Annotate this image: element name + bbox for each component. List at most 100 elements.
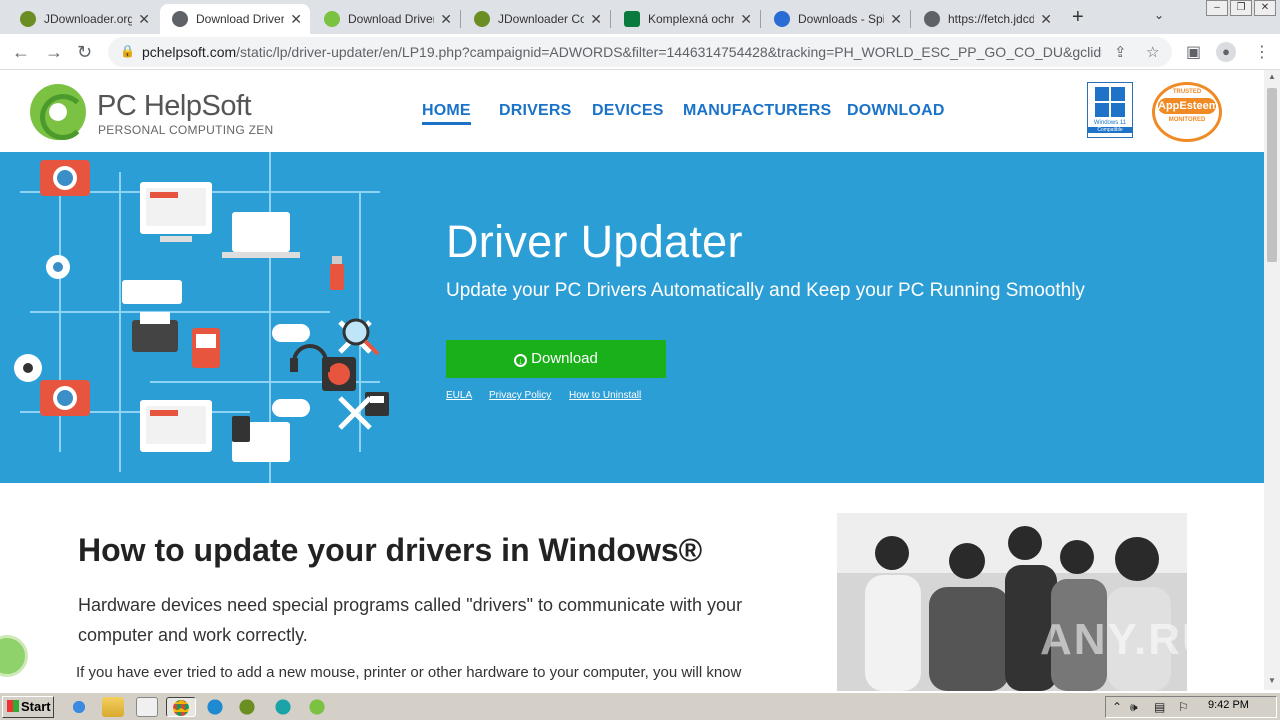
browser-tab[interactable]: Downloads - Spiral ✕: [762, 4, 910, 34]
forward-arrow-icon[interactable]: →: [45, 42, 63, 63]
windows-taskbar: Start ⌃ 🕪 ▤ ⚐ 9:42 PM: [0, 692, 1280, 720]
gamepad-icon-2: [272, 399, 310, 417]
spiral-favicon-icon: [774, 11, 790, 27]
anyrun-watermark: ANY.RUN: [1040, 615, 1250, 664]
disk-icon: [14, 354, 42, 382]
laptop-icon: [222, 212, 300, 258]
jdownloader-favicon-icon: [474, 11, 490, 27]
globe-favicon-icon: [924, 11, 940, 27]
webcam-icon: [46, 255, 70, 279]
headphones-icon: [290, 344, 330, 372]
new-tab-plus-icon[interactable]: +: [1072, 6, 1084, 29]
vertical-scrollbar[interactable]: ▲ ▼: [1264, 70, 1280, 690]
keyboard-icon: [122, 280, 182, 304]
address-bar[interactable]: 🔒 pchelpsoft.com/static/lp/driver-update…: [108, 37, 1172, 67]
tray-expand-icon[interactable]: ⌃: [1112, 700, 1122, 714]
close-tab-icon[interactable]: ✕: [1040, 11, 1052, 28]
privacy-policy-link[interactable]: Privacy Policy: [489, 390, 551, 401]
nav-manufacturers[interactable]: MANUFACTURERS: [683, 102, 831, 120]
edge-icon[interactable]: [204, 697, 226, 717]
profile-avatar-icon[interactable]: ●: [1216, 42, 1236, 62]
network-icon[interactable]: ▤: [1154, 700, 1165, 714]
download-button[interactable]: ↓ Download: [446, 340, 666, 378]
logo-name[interactable]: PC HelpSoft: [97, 90, 252, 123]
close-tab-icon[interactable]: ✕: [890, 11, 902, 28]
browser-tab[interactable]: Komplexná ochrana ✕: [612, 4, 760, 34]
intro-paragraph: Hardware devices need special programs c…: [78, 595, 743, 645]
tab-title: JDownloader.org - Official H: [44, 12, 133, 26]
tab-search-chevron-icon[interactable]: ⌄: [1154, 8, 1164, 22]
scrollbar-thumb[interactable]: [1267, 88, 1277, 262]
appesteem-badge: TRUSTED AppEsteem MONITORED: [1152, 82, 1222, 142]
share-icon[interactable]: ⇪: [1114, 43, 1127, 61]
browser-tab[interactable]: JDownloader Community ✕: [462, 4, 610, 34]
back-arrow-icon[interactable]: ←: [12, 42, 30, 63]
browser-tab[interactable]: JDownloader.org - Official H ✕: [8, 4, 158, 34]
jdownloader-taskbar-icon[interactable]: [236, 697, 258, 717]
hardware-illustration: [14, 152, 389, 483]
driver-updater-taskbar-icon[interactable]: [306, 697, 328, 717]
hero-title: Driver Updater: [446, 216, 743, 267]
media-player-icon[interactable]: [136, 697, 158, 717]
hero-subtitle: Update your PC Drivers Automatically and…: [446, 280, 1085, 301]
tab-title: https://fetch.jdcdn: [948, 12, 1035, 26]
reload-icon[interactable]: ↻: [77, 42, 92, 63]
pchelpsoft-favicon-icon: [324, 11, 340, 27]
internet-explorer-icon[interactable]: [68, 697, 90, 717]
browser-tab[interactable]: https://fetch.jdcdn ✕: [912, 4, 1060, 34]
bookmark-star-icon[interactable]: ☆: [1146, 43, 1159, 61]
tab-title: JDownloader Community: [498, 12, 585, 26]
camera-icon: [40, 160, 90, 196]
hero-banner: Driver Updater Update your PC Drivers Au…: [0, 152, 1264, 483]
browser-tab-active[interactable]: Download Driver Updater ✕: [160, 4, 310, 34]
usb-icon: [330, 256, 344, 290]
side-panel-icon[interactable]: ▣: [1186, 42, 1201, 62]
logo-tagline: PERSONAL COMPUTING ZEN: [98, 123, 274, 137]
monitor-icon: [140, 182, 212, 242]
how-to-uninstall-link[interactable]: How to Uninstall: [569, 390, 641, 401]
close-tab-icon[interactable]: ✕: [740, 11, 752, 28]
gamepad-icon: [272, 324, 310, 342]
browser-toolbar: ← → ↻ 🔒 pchelpsoft.com/static/lp/driver-…: [0, 34, 1280, 70]
eula-link[interactable]: EULA: [446, 390, 472, 401]
camera-icon-2: [40, 380, 90, 416]
close-window-icon[interactable]: ✕: [1254, 0, 1276, 16]
tablet-icon: [232, 416, 250, 442]
scroll-up-arrow-icon[interactable]: ▲: [1268, 72, 1276, 81]
site-header: PC HelpSoft PERSONAL COMPUTING ZEN HOME …: [0, 70, 1264, 152]
close-tab-icon[interactable]: ✕: [590, 11, 602, 28]
chrome-taskbar-icon[interactable]: [166, 697, 196, 717]
lock-icon[interactable]: 🔒: [120, 44, 135, 58]
menu-kebab-icon[interactable]: ⋮: [1254, 42, 1270, 62]
tab-title: Download Driver Updater: [196, 12, 285, 26]
ie-tab-icon[interactable]: [272, 697, 294, 717]
system-tray: ⌃ 🕪 ▤ ⚐: [1105, 696, 1277, 718]
minimize-icon[interactable]: –: [1206, 0, 1228, 16]
scroll-down-arrow-icon[interactable]: ▼: [1268, 676, 1276, 685]
tab-title: Download Driver Updater: [348, 12, 435, 26]
tab-title: Komplexná ochrana: [648, 12, 735, 26]
browser-tab[interactable]: Download Driver Updater ✕: [312, 4, 460, 34]
ssd-icon: [192, 328, 220, 368]
printer-icon: [132, 312, 178, 352]
action-center-flag-icon[interactable]: ⚐: [1178, 700, 1189, 714]
nav-devices[interactable]: DEVICES: [592, 102, 664, 120]
tab-title: Downloads - Spiral: [798, 12, 885, 26]
monitor-icon-2: [140, 400, 212, 452]
taskbar-clock[interactable]: 9:42 PM: [1208, 699, 1249, 711]
close-tab-icon[interactable]: ✕: [290, 11, 302, 28]
nav-download[interactable]: DOWNLOAD: [847, 102, 945, 120]
windows-logo-icon: [1095, 87, 1125, 117]
cookie-settings-icon[interactable]: [0, 635, 28, 677]
start-button[interactable]: Start: [2, 696, 54, 718]
nav-home[interactable]: HOME: [422, 102, 471, 125]
pchelpsoft-logo-icon[interactable]: [30, 84, 86, 140]
volume-icon[interactable]: 🕪: [1130, 700, 1138, 715]
close-tab-icon[interactable]: ✕: [440, 11, 452, 28]
restore-icon[interactable]: ❐: [1230, 0, 1252, 16]
jdownloader-favicon-icon: [20, 11, 36, 27]
nav-drivers[interactable]: DRIVERS: [499, 102, 572, 120]
eset-favicon-icon: [624, 11, 640, 27]
close-tab-icon[interactable]: ✕: [138, 11, 150, 28]
folder-icon[interactable]: [102, 697, 124, 717]
